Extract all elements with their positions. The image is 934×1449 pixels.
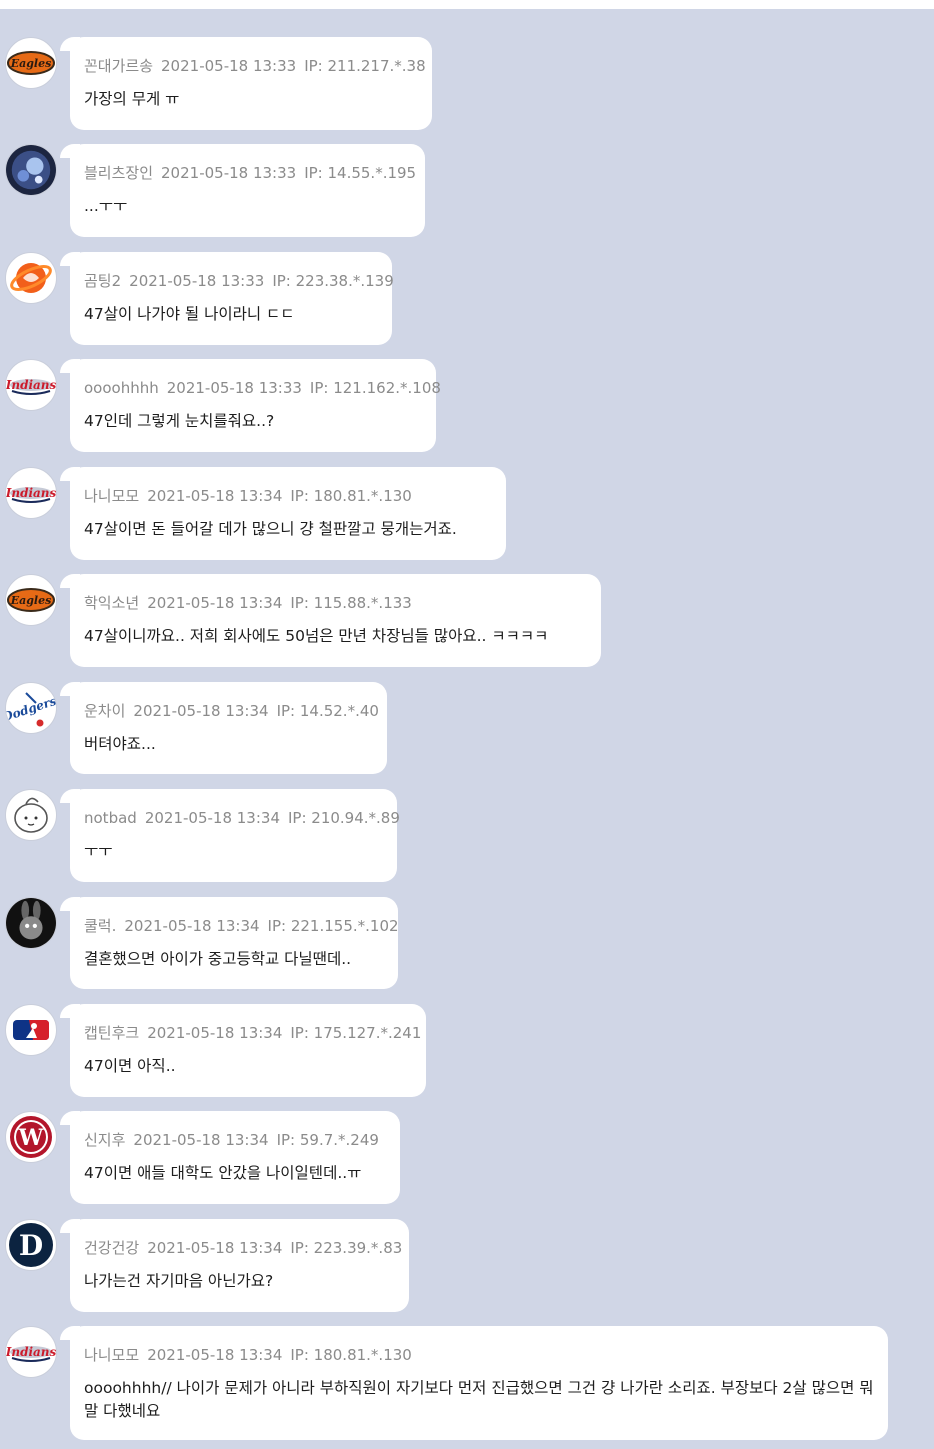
eagles-logo-icon[interactable]: Eagles: [5, 574, 57, 626]
comment-meta: notbad 2021-05-18 13:34 IP: 210.94.*.89: [84, 807, 400, 829]
comment-meta: 나니모모 2021-05-18 13:34 IP: 180.81.*.130: [84, 1344, 874, 1366]
comment-author[interactable]: 곰팅2: [84, 272, 121, 290]
comment-bubble: 쿨럭. 2021-05-18 13:34 IP: 221.155.*.102 결혼했으…: [60, 897, 399, 989]
comment-author[interactable]: notbad: [84, 809, 137, 827]
svg-text:Indians: Indians: [6, 486, 56, 500]
svg-text:Indians: Indians: [6, 1345, 56, 1359]
tigers-logo-icon[interactable]: D: [5, 1219, 57, 1271]
comment-meta: 신지후 2021-05-18 13:34 IP: 59.7.*.249: [84, 1129, 386, 1151]
comment-text: 47이면 애들 대학도 안갔을 나이일텐데..ㅠ: [84, 1164, 362, 1182]
comment-date: 2021-05-18 13:34: [124, 917, 260, 935]
comment-date: 2021-05-18 13:33: [129, 272, 265, 290]
comment-bubble: 곰팅2 2021-05-18 13:33 IP: 223.38.*.139 47살이 …: [60, 252, 394, 345]
indians-logo-icon[interactable]: Indians: [5, 1326, 57, 1378]
comment-ip: IP: 223.38.*.139: [272, 272, 394, 290]
comment-ip: IP: 14.52.*.40: [276, 702, 379, 720]
top-bar: [0, 0, 934, 9]
svg-text:Eagles: Eagles: [10, 594, 52, 607]
comment-bubble: 블리츠장인 2021-05-18 13:33 IP: 14.55.*.195 ...ㅜ…: [60, 144, 425, 237]
mlb-logo-icon[interactable]: [5, 1004, 57, 1056]
comment-ip: IP: 180.81.*.130: [290, 1346, 412, 1364]
comment-text: 나가는건 자기마음 아닌가요?: [84, 1272, 274, 1290]
nationals-logo-icon[interactable]: W: [5, 1111, 57, 1163]
svg-text:Eagles: Eagles: [10, 57, 52, 70]
comment-meta: 꼰대가르송 2021-05-18 13:33 IP: 211.217.*.38: [84, 55, 426, 77]
comment-text: ㅜㅜ: [84, 842, 113, 860]
comment-date: 2021-05-18 13:33: [166, 379, 302, 397]
comment-date: 2021-05-18 13:33: [161, 164, 297, 182]
comment-ip: IP: 211.217.*.38: [304, 57, 426, 75]
comment-meta: 곰팅2 2021-05-18 13:33 IP: 223.38.*.139: [84, 270, 394, 292]
comment-ip: IP: 210.94.*.89: [287, 809, 400, 827]
indians-logo-icon[interactable]: Indians: [5, 467, 57, 519]
comment-bubble: 나니모모 2021-05-18 13:34 IP: 180.81.*.130 oooo…: [60, 1326, 888, 1440]
comment-date: 2021-05-18 13:34: [147, 487, 283, 505]
comment-bubble: 운차이 2021-05-18 13:34 IP: 14.52.*.40 버텨야죠...: [60, 682, 387, 774]
comment-author[interactable]: 캡틴후크: [84, 1024, 139, 1042]
comment-date: 2021-05-18 13:34: [147, 1346, 283, 1364]
comment-ip: IP: 223.39.*.83: [290, 1239, 403, 1257]
eagles-logo-icon[interactable]: Eagles: [5, 37, 57, 89]
comment-date: 2021-05-18 13:34: [133, 1131, 269, 1149]
comment-text: 47살이니까요.. 저희 회사에도 50넘은 만년 차장님들 많아요.. ㅋㅋㅋ…: [84, 627, 549, 645]
comment-author[interactable]: 블리츠장인: [84, 164, 153, 182]
comment-author[interactable]: oooohhhh: [84, 379, 159, 397]
comment-text: 47이면 아직..: [84, 1057, 176, 1075]
svg-text:Indians: Indians: [6, 378, 56, 392]
orange-ball-logo-icon[interactable]: [5, 252, 57, 304]
comment-author[interactable]: 운차이: [84, 702, 125, 720]
comment-text: 가장의 무게 ㅠ: [84, 90, 180, 108]
indians-logo-icon[interactable]: Indians: [5, 359, 57, 411]
comment-author[interactable]: 신지후: [84, 1131, 125, 1149]
comment-meta: oooohhhh 2021-05-18 13:33 IP: 121.162.*.10…: [84, 377, 441, 399]
comment-meta: 운차이 2021-05-18 13:34 IP: 14.52.*.40: [84, 700, 379, 722]
comment-author[interactable]: 건강건강: [84, 1239, 139, 1257]
comment-bubble: notbad 2021-05-18 13:34 IP: 210.94.*.89 ㅜㅜ: [60, 789, 400, 882]
comment-meta: 나니모모 2021-05-18 13:34 IP: 180.81.*.130: [84, 485, 492, 507]
comment-text: 47살이 나가야 될 나이라니 ㄷㄷ: [84, 305, 295, 323]
comment-ip: IP: 180.81.*.130: [290, 487, 412, 505]
comment-date: 2021-05-18 13:33: [161, 57, 297, 75]
comment-author[interactable]: 쿨럭.: [84, 917, 116, 935]
comment-date: 2021-05-18 13:34: [147, 1024, 283, 1042]
comment-text: 47인데 그렇게 눈치를줘요..?: [84, 412, 275, 430]
comment-bubble: 학익소년 2021-05-18 13:34 IP: 115.88.*.133 47살이…: [60, 574, 601, 667]
comment-text: 버텨야죠...: [84, 735, 156, 753]
comment-bubble: 나니모모 2021-05-18 13:34 IP: 180.81.*.130 47살이…: [60, 467, 506, 560]
comment-date: 2021-05-18 13:34: [147, 594, 283, 612]
comment-meta: 학익소년 2021-05-18 13:34 IP: 115.88.*.133: [84, 592, 587, 614]
comment-bubble: oooohhhh 2021-05-18 13:33 IP: 121.162.*.10…: [60, 359, 441, 452]
comment-text: ...ㅜㅜ: [84, 197, 128, 215]
comment-text: 47살이면 돈 들어갈 데가 많으니 걍 철판깔고 뭉개는거죠.: [84, 520, 457, 538]
comment-date: 2021-05-18 13:34: [147, 1239, 283, 1257]
comment-bubble: 신지후 2021-05-18 13:34 IP: 59.7.*.249 47이면 애들…: [60, 1111, 400, 1204]
comment-author[interactable]: 나니모모: [84, 1346, 139, 1364]
comment-text: 결혼했으면 아이가 중고등학교 다닐땐데..: [84, 950, 352, 968]
svg-text:W: W: [18, 1125, 44, 1151]
svg-text:D: D: [19, 1229, 43, 1262]
comment-ip: IP: 59.7.*.249: [276, 1131, 379, 1149]
doodle-face-avatar-icon[interactable]: [5, 789, 57, 841]
comment-meta: 블리츠장인 2021-05-18 13:33 IP: 14.55.*.195: [84, 162, 416, 184]
comment-ip: IP: 221.155.*.102: [267, 917, 399, 935]
comment-bubble: 캡틴후크 2021-05-18 13:34 IP: 175.127.*.241 47이…: [60, 1004, 426, 1097]
comment-ip: IP: 115.88.*.133: [290, 594, 412, 612]
comment-date: 2021-05-18 13:34: [133, 702, 269, 720]
comment-meta: 쿨럭. 2021-05-18 13:34 IP: 221.155.*.102: [84, 915, 399, 937]
dodgers-logo-icon[interactable]: Dodgers: [5, 682, 57, 734]
comment-ip: IP: 175.127.*.241: [290, 1024, 422, 1042]
comment-text: oooohhhh// 나이가 문제가 아니라 부하직원이 자기보다 먼저 진급했…: [84, 1379, 874, 1420]
comment-author[interactable]: 학익소년: [84, 594, 139, 612]
comment-author[interactable]: 꼰대가르송: [84, 57, 153, 75]
comment-meta: 건강건강 2021-05-18 13:34 IP: 223.39.*.83: [84, 1237, 402, 1259]
comment-ip: IP: 14.55.*.195: [304, 164, 417, 182]
comment-ip: IP: 121.162.*.108: [309, 379, 441, 397]
comment-bubble: 꼰대가르송 2021-05-18 13:33 IP: 211.217.*.38 가장의…: [60, 37, 432, 130]
comment-bubble: 건강건강 2021-05-18 13:34 IP: 223.39.*.83 나가는건 …: [60, 1219, 409, 1312]
comment-author[interactable]: 나니모모: [84, 487, 139, 505]
dark-creature-avatar-icon[interactable]: [5, 144, 57, 196]
comment-meta: 캡틴후크 2021-05-18 13:34 IP: 175.127.*.241: [84, 1022, 421, 1044]
comment-date: 2021-05-18 13:34: [144, 809, 280, 827]
bunny-avatar-icon[interactable]: [5, 897, 57, 949]
